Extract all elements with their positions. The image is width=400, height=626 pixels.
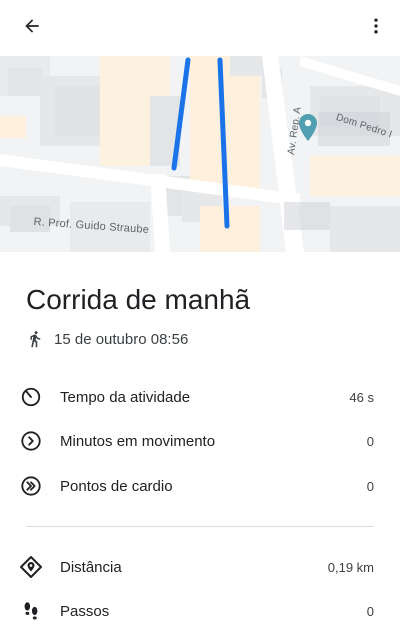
steps-icon: [18, 598, 44, 624]
metric-value: 46 s: [349, 389, 374, 405]
metric-label: Minutos em movimento: [60, 432, 216, 450]
activity-datetime-row: 15 de outubro 08:56: [26, 328, 188, 350]
metric-row-steps[interactable]: Passos 0: [18, 597, 374, 625]
timer-icon: [18, 384, 44, 410]
heart-points-icon: [18, 473, 44, 499]
activity-title: Corrida de manhã: [26, 284, 251, 315]
route-map[interactable]: R. Prof. Guido Straube Av. Rep. A Dom Pe…: [0, 56, 400, 252]
move-minutes-icon: [18, 428, 44, 454]
activity-datetime: 15 de outubro 08:56: [54, 330, 189, 348]
section-divider: [26, 526, 374, 527]
metric-row-heart-points[interactable]: Pontos de cardio 0: [18, 472, 374, 500]
metric-row-move-minutes[interactable]: Minutos em movimento 0: [18, 427, 374, 455]
metric-label: Pontos de cardio: [60, 477, 173, 495]
metric-row-distance[interactable]: Distância 0,19 km: [18, 553, 374, 581]
metric-label: Tempo da atividade: [60, 388, 191, 406]
arrow-back-icon: [25, 19, 39, 33]
metric-row-activity-time[interactable]: Tempo da atividade 46 s: [18, 383, 374, 411]
metric-value: 0: [366, 603, 374, 619]
metric-value: 0,19 km: [327, 559, 374, 575]
metric-label: Passos: [60, 602, 110, 620]
metric-label: Distância: [60, 558, 122, 576]
distance-icon: [18, 554, 44, 580]
more-vert-icon: [374, 18, 378, 34]
more-options-button[interactable]: [356, 6, 396, 46]
top-app-bar: [0, 0, 400, 56]
metric-value: 0: [366, 433, 374, 449]
back-button[interactable]: [12, 6, 52, 46]
metric-value: 0: [366, 478, 374, 494]
running-icon: [26, 330, 44, 348]
